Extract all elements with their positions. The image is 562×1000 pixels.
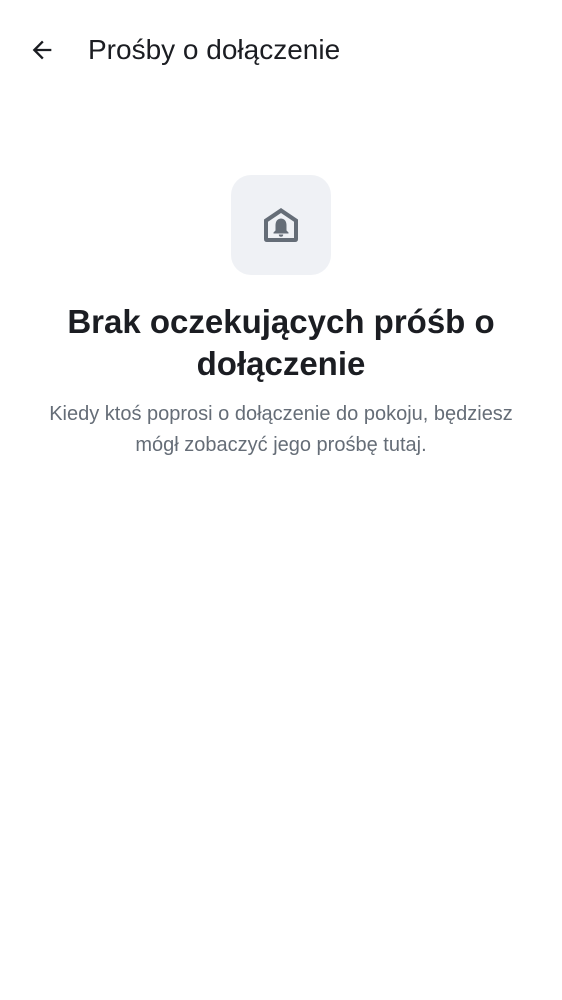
page-title: Prośby o dołączenie [88,34,341,65]
back-button[interactable] [18,26,66,74]
empty-state-icon-tile [231,175,331,275]
top-app-bar: Prośby o dołączenie [0,0,562,100]
empty-state-heading: Brak oczekujących próśb o dołączenie [67,303,495,382]
join-requests-screen: Prośby o dołączenie Brak oczekujących pr… [0,0,562,1000]
arrow-left-icon [32,40,52,60]
home-bell-icon [264,208,298,242]
empty-state: Brak oczekujących próśb o dołączenie Kie… [0,175,562,461]
empty-state-description: Kiedy ktoś poprosi o dołączenie do pokoj… [49,403,513,456]
